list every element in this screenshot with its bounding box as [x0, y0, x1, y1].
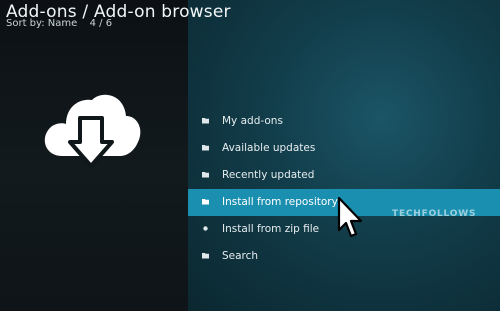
menu-item-search[interactable]: Search	[188, 243, 500, 270]
watermark: TECHFOLLOWS	[392, 209, 477, 219]
folder-icon	[202, 199, 209, 205]
menu-item-label: Search	[222, 250, 259, 262]
sort-label: Sort by: Name	[6, 18, 78, 29]
folder-icon	[202, 253, 209, 259]
addon-menu: My add-ons Available updates Recently up…	[188, 108, 500, 270]
menu-item-label: My add-ons	[222, 115, 283, 127]
dot-icon	[203, 226, 208, 231]
folder-icon	[202, 172, 209, 178]
item-position: 4 / 6	[89, 18, 113, 29]
menu-item-label: Install from zip file	[222, 223, 320, 235]
sort-info: Sort by: Name 4 / 6	[6, 18, 112, 29]
left-panel	[0, 0, 188, 311]
menu-item-available-updates[interactable]: Available updates	[188, 135, 500, 162]
menu-item-recently-updated[interactable]: Recently updated	[188, 162, 500, 189]
folder-icon	[202, 118, 209, 124]
menu-item-label: Available updates	[222, 142, 316, 154]
menu-item-label: Recently updated	[222, 169, 315, 181]
cloud-download-icon	[44, 94, 141, 168]
mouse-pointer-icon	[337, 196, 363, 238]
menu-item-my-addons[interactable]: My add-ons	[188, 108, 500, 135]
menu-item-label: Install from repository	[222, 196, 338, 208]
folder-icon	[202, 145, 209, 151]
